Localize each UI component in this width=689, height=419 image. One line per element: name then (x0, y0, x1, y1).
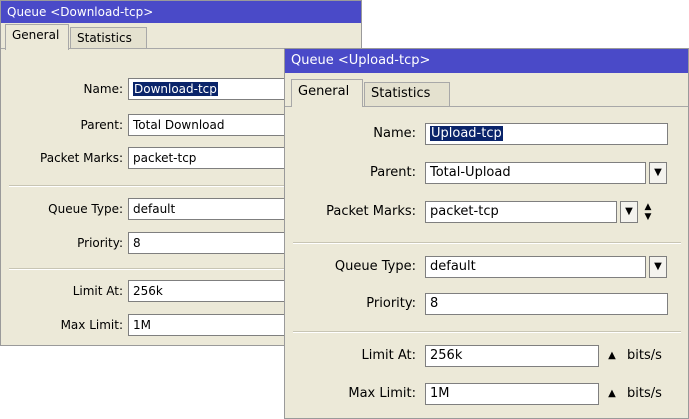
queue-type-dropdown-icon[interactable]: ▼ (649, 256, 667, 278)
tab-statistics[interactable]: Statistics (364, 82, 450, 107)
tab-general[interactable]: General (291, 79, 363, 107)
queue-type-label: Queue Type: (48, 202, 123, 216)
parent-label: Parent: (370, 165, 416, 180)
tab-bar: General Statistics (1, 23, 361, 50)
priority-label: Priority: (77, 236, 123, 250)
priority-label: Priority: (366, 296, 416, 311)
packet-marks-select[interactable]: packet-tcp (425, 201, 617, 223)
limit-at-input[interactable]: 256k (425, 345, 599, 367)
tab-general[interactable]: General (5, 24, 69, 50)
max-limit-label: Max Limit: (60, 318, 123, 332)
separator (293, 242, 681, 244)
packet-marks-updown-icon[interactable]: ▲ ▼ (641, 201, 655, 223)
limit-at-up-icon[interactable]: ▲ (605, 345, 619, 367)
queue-type-label: Queue Type: (334, 259, 416, 274)
parent-label: Parent: (80, 118, 123, 132)
packet-marks-label: Packet Marks: (40, 151, 123, 165)
max-limit-up-icon[interactable]: ▲ (605, 383, 619, 405)
window-title: Queue <Download-tcp> (1, 1, 361, 23)
packet-marks-label: Packet Marks: (326, 204, 416, 219)
name-label: Name: (83, 82, 123, 96)
max-limit-unit: bits/s (627, 386, 662, 401)
name-label: Name: (373, 126, 416, 141)
parent-select[interactable]: Total-Upload (425, 162, 646, 184)
limit-at-label: Limit At: (361, 348, 416, 363)
name-value: Upload-tcp (430, 126, 503, 141)
name-input[interactable]: Upload-tcp (425, 123, 668, 145)
queue-type-select[interactable]: default (425, 256, 646, 278)
limit-at-unit: bits/s (627, 348, 662, 363)
tab-statistics[interactable]: Statistics (70, 27, 147, 49)
name-value: Download-tcp (133, 82, 218, 96)
window-title: Queue <Upload-tcp> (285, 49, 688, 73)
separator (293, 331, 681, 333)
tab-bar: General Statistics (285, 73, 688, 107)
max-limit-label: Max Limit: (348, 386, 416, 401)
priority-input[interactable]: 8 (425, 293, 668, 315)
queue-upload-window: Queue <Upload-tcp> General Statistics Na… (284, 48, 689, 419)
limit-at-label: Limit At: (72, 284, 123, 298)
packet-marks-dropdown-icon[interactable]: ▼ (620, 201, 638, 223)
max-limit-input[interactable]: 1M (425, 383, 599, 405)
parent-dropdown-icon[interactable]: ▼ (649, 162, 667, 184)
